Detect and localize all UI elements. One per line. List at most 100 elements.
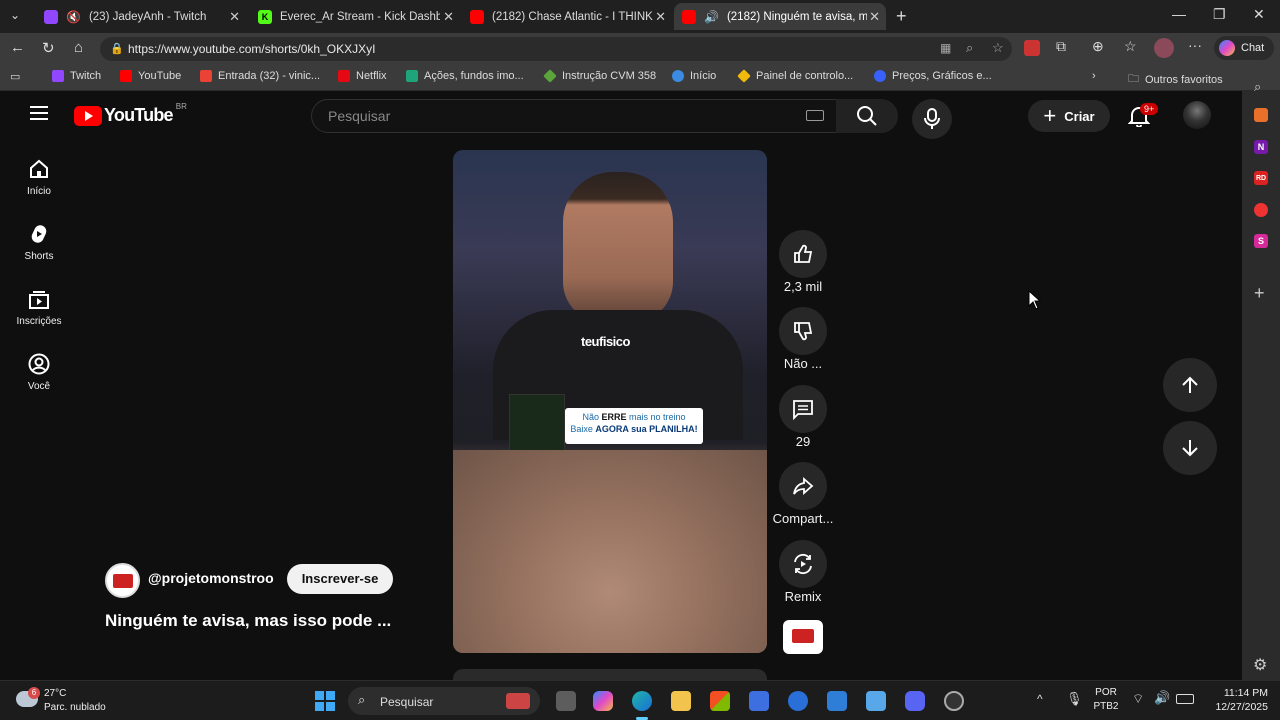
nav-you[interactable]: Você xyxy=(0,353,78,392)
weather-widget[interactable]: 6 27°C Parc. nublado xyxy=(14,687,124,717)
video-title[interactable]: Ninguém te avisa, mas isso pode ... xyxy=(105,611,391,631)
bookmark-acoes[interactable]: Ações, fundos imo... xyxy=(406,70,524,82)
photos-app-icon[interactable] xyxy=(827,691,847,711)
tab-kick[interactable]: K Everec_Ar Stream - Kick Dashboard ✕ xyxy=(250,3,460,30)
copilot-chat-button[interactable]: Chat xyxy=(1214,36,1274,60)
add-sidebar-app-icon[interactable]: + xyxy=(1254,283,1265,304)
close-tab-icon[interactable]: ✕ xyxy=(869,9,880,25)
discord-icon[interactable] xyxy=(905,691,925,711)
tab-current-short[interactable]: 🔊 (2182) Ninguém te avisa, mas ✕ xyxy=(674,3,886,30)
notifications-button[interactable]: 9+ xyxy=(1127,103,1159,129)
extensions-puzzle-icon[interactable]: ⧉ xyxy=(1056,38,1066,55)
new-tab-button[interactable]: + xyxy=(896,6,907,27)
extension-icon[interactable] xyxy=(1024,40,1040,56)
more-menu-icon[interactable]: ··· xyxy=(1188,37,1202,53)
keyboard-icon[interactable] xyxy=(806,110,824,121)
share-button[interactable] xyxy=(779,462,827,510)
ad-banner[interactable]: Não ERRE mais no treino Baixe AGORA sua … xyxy=(565,408,703,444)
wifi-icon[interactable]: ⌔ xyxy=(1132,691,1144,707)
favorites-icon[interactable]: ☆ xyxy=(1124,38,1137,55)
home-icon[interactable]: ⌂ xyxy=(74,39,83,56)
onenote-icon[interactable]: N xyxy=(1254,140,1268,154)
address-bar[interactable]: 🔒 https://www.youtube.com/shorts/0kh_OKX… xyxy=(100,37,1012,61)
other-favorites-folder[interactable]: 🗀 Outros favoritos xyxy=(1128,70,1223,89)
task-view-icon[interactable] xyxy=(556,691,576,711)
skype-icon[interactable]: S xyxy=(1254,234,1268,248)
ad-line-1: Não ERRE mais no treino xyxy=(582,412,686,422)
bookmark-twitch[interactable]: Twitch xyxy=(52,70,101,82)
copilot-taskbar-icon[interactable] xyxy=(593,691,613,711)
previous-short-button[interactable] xyxy=(1163,358,1217,412)
bookmark-painel[interactable]: Painel de controlo... xyxy=(737,69,853,83)
language-indicator[interactable]: POR PTB2 xyxy=(1090,686,1122,714)
volume-icon[interactable]: 🔊 xyxy=(1154,690,1170,706)
nav-home[interactable]: Início xyxy=(0,158,78,197)
close-tab-icon[interactable]: ✕ xyxy=(655,9,666,25)
like-button[interactable] xyxy=(779,230,827,278)
muted-icon[interactable]: 🔇 xyxy=(66,10,81,24)
edge-browser-icon[interactable] xyxy=(632,691,652,711)
nav-subscriptions[interactable]: Inscrições xyxy=(0,288,78,327)
profile-avatar[interactable] xyxy=(1154,38,1174,58)
search-input[interactable]: Pesquisar xyxy=(311,99,837,133)
app-blue-icon[interactable] xyxy=(749,691,769,711)
youtube-page: YouTube BR Pesquisar + Criar 9+ Início S… xyxy=(0,91,1242,680)
comments-button[interactable] xyxy=(779,385,827,433)
file-explorer-icon[interactable] xyxy=(671,691,691,711)
youtube-logo[interactable]: YouTube BR xyxy=(74,102,187,126)
dislike-button[interactable] xyxy=(779,307,827,355)
bookmark-netflix[interactable]: Netflix xyxy=(338,70,387,82)
favorite-star-icon[interactable]: ☆ xyxy=(992,40,1004,56)
bookmark-precos[interactable]: Preços, Gráficos e... xyxy=(874,70,992,82)
create-button[interactable]: + Criar xyxy=(1028,100,1110,132)
voice-search-button[interactable] xyxy=(912,99,952,139)
bookmark-youtube[interactable]: YouTube xyxy=(120,70,181,82)
vpn-icon[interactable] xyxy=(788,691,808,711)
shopping-icon[interactable] xyxy=(1254,108,1268,122)
settings-gear-icon[interactable]: ⚙ xyxy=(1253,655,1267,675)
next-short-preview[interactable] xyxy=(453,669,767,680)
maximize-button[interactable]: ❐ xyxy=(1213,6,1226,23)
more-bookmarks-chevron-icon[interactable]: › xyxy=(1092,70,1096,82)
steam-app-icon[interactable] xyxy=(944,691,964,711)
microsoft-store-icon[interactable] xyxy=(710,691,730,711)
tab-twitch[interactable]: 🔇 (23) JadeyAnh - Twitch ✕ xyxy=(36,3,246,30)
shorts-video-player[interactable]: teufisico Não ERRE mais no treino Baixe … xyxy=(453,150,767,653)
bookmarks-toggle-icon[interactable]: ▭ xyxy=(10,70,20,83)
close-tab-icon[interactable]: ✕ xyxy=(229,9,240,25)
bookmark-inicio[interactable]: Início xyxy=(672,70,716,82)
clock[interactable]: 11:14 PM 12/27/2025 xyxy=(1204,686,1268,714)
youtube-sidebar-icon[interactable] xyxy=(1254,203,1268,217)
collections-icon[interactable]: ⊕ xyxy=(1092,38,1104,55)
close-tab-icon[interactable]: ✕ xyxy=(443,9,454,25)
close-window-button[interactable]: ✕ xyxy=(1253,6,1265,23)
back-icon[interactable]: ← xyxy=(10,39,25,56)
gallery-icon[interactable] xyxy=(866,691,886,711)
search-icon[interactable]: ⌕ xyxy=(1254,79,1261,95)
speaker-icon[interactable]: 🔊 xyxy=(704,10,719,24)
search-button[interactable] xyxy=(836,99,898,133)
taskbar-search-box[interactable]: ⌕ Pesquisar xyxy=(348,687,540,715)
minimize-button[interactable]: — xyxy=(1172,6,1186,22)
remix-button[interactable] xyxy=(779,540,827,588)
hamburger-menu-icon[interactable] xyxy=(30,106,48,120)
nav-shorts[interactable]: Shorts xyxy=(0,223,78,262)
tab-chase-atlantic[interactable]: (2182) Chase Atlantic - I THINK I'M ✕ xyxy=(462,3,672,30)
bookmark-cvm[interactable]: Instrução CVM 358 xyxy=(543,69,656,83)
channel-avatar[interactable] xyxy=(105,563,140,598)
windows-start-icon[interactable] xyxy=(315,691,335,711)
refresh-icon[interactable]: ↻ xyxy=(42,39,55,57)
bookmark-gmail[interactable]: Entrada (32) - vinic... xyxy=(200,70,320,82)
tab-list-icon[interactable]: ⌄ xyxy=(10,8,20,22)
show-hidden-icons-chevron[interactable]: ^ xyxy=(1037,692,1043,706)
account-avatar[interactable] xyxy=(1183,101,1211,129)
next-short-button[interactable] xyxy=(1163,421,1217,475)
sound-source-thumbnail[interactable] xyxy=(783,620,823,654)
battery-icon[interactable] xyxy=(1176,694,1194,704)
subscribe-button[interactable]: Inscrever-se xyxy=(287,564,393,594)
microphone-tray-icon[interactable]: 🎙 xyxy=(1066,691,1083,707)
app-available-icon[interactable]: ▦ xyxy=(940,41,951,55)
extension-rd-icon[interactable]: RD xyxy=(1254,171,1268,185)
channel-handle[interactable]: @projetomonstroo xyxy=(148,570,274,586)
zoom-icon[interactable]: ⌕ xyxy=(966,40,973,56)
